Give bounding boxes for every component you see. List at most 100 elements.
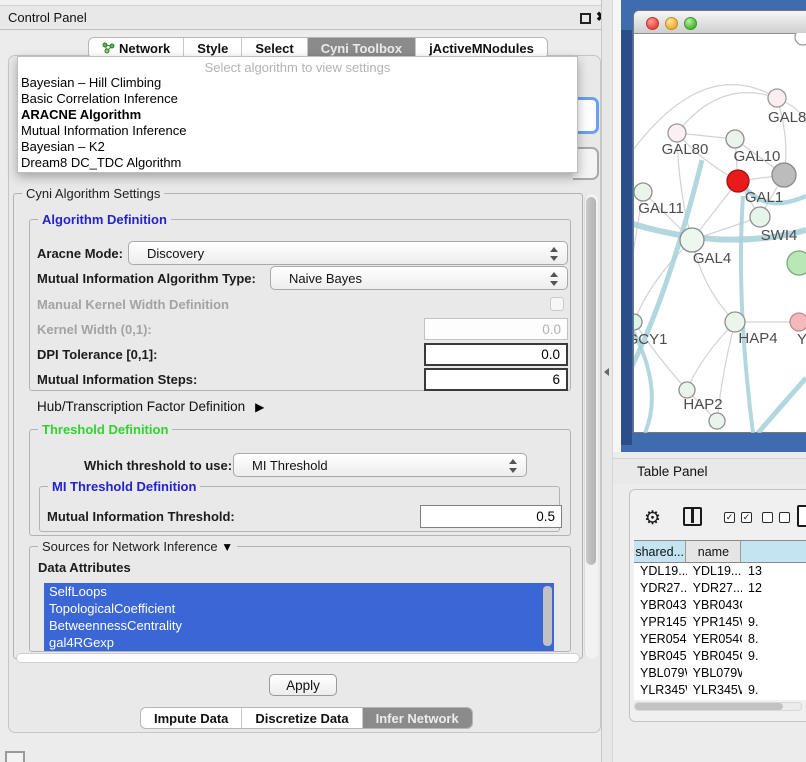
- cell: YER054C: [634, 631, 687, 648]
- document-icon[interactable]: [797, 505, 806, 527]
- node-label-gcy1: GCY1: [634, 331, 667, 348]
- which-threshold-select[interactable]: MI Threshold: [233, 453, 527, 477]
- tab-select[interactable]: Select: [242, 38, 307, 58]
- expand-arrow-icon[interactable]: ▶: [255, 400, 264, 414]
- cell: YDL19...: [634, 563, 687, 580]
- gear-icon[interactable]: ⚙: [644, 507, 661, 530]
- tab-label: jActiveMNodules: [429, 41, 534, 56]
- network-graph[interactable]: GAL8GAL80GAL10GAL1SWI4GAL11GAL4GCY1HAP4Y…: [634, 33, 806, 433]
- dpi-tolerance-input[interactable]: 0.0: [424, 343, 568, 366]
- aracne-mode-select[interactable]: Discovery: [128, 241, 568, 265]
- network-node-gal10[interactable]: [726, 130, 744, 148]
- algorithm-option-mutual-information-inference[interactable]: Mutual Information Inference: [18, 123, 577, 139]
- node-label-y: Y: [797, 331, 806, 348]
- network-node-gal80[interactable]: [668, 124, 686, 142]
- table-row[interactable]: YPR145WYPR145W9.: [634, 614, 806, 631]
- attributes-scrollbar[interactable]: [543, 586, 552, 646]
- table-row[interactable]: YBL079WYBL079W: [634, 665, 806, 682]
- tab-style[interactable]: Style: [184, 38, 242, 58]
- unchecked-checkbox-icon[interactable]: [762, 512, 773, 523]
- mi-steps-label: Mutual Information Steps:: [37, 372, 197, 387]
- collapse-arrow-icon[interactable]: ▼: [221, 540, 233, 554]
- split-collapse-arrow-icon[interactable]: [604, 368, 609, 376]
- table-row[interactable]: YBR045CYBR045C9.: [634, 648, 806, 665]
- attribute-item-topologicalcoefficient[interactable]: TopologicalCoefficient: [44, 600, 554, 617]
- table-row[interactable]: YDR27...YDR27...12: [634, 580, 806, 597]
- apply-button[interactable]: Apply: [269, 674, 337, 696]
- network-node[interactable]: [772, 163, 796, 187]
- column-header-name[interactable]: name: [686, 541, 741, 562]
- docked-panel-icon[interactable]: [5, 751, 25, 762]
- mi-type-select[interactable]: Naive Bayes: [270, 266, 568, 290]
- tab-label: Infer Network: [376, 711, 459, 726]
- column-header-shared[interactable]: shared...: [634, 541, 686, 562]
- algorithm-option-bayesian-hill-climbing[interactable]: Bayesian – Hill Climbing: [18, 75, 577, 91]
- cell: 8.: [742, 631, 806, 648]
- split-pane-divider[interactable]: [601, 0, 613, 762]
- cell: YDR27...: [687, 580, 742, 597]
- sources-title: Sources for Network Inference ▼: [38, 539, 237, 554]
- attribute-item-betweennesscentrality[interactable]: BetweennessCentrality: [44, 617, 554, 634]
- table-row[interactable]: YDL19...YDL19...13: [634, 563, 806, 580]
- network-node-gcy1[interactable]: [634, 314, 642, 330]
- cell: YBL079W: [634, 665, 687, 682]
- bottom-tab-infer-network[interactable]: Infer Network: [363, 708, 472, 728]
- mi-threshold-input[interactable]: 0.5: [420, 505, 562, 528]
- bottom-tab-bar: Impute DataDiscretize Data Infer Network: [140, 707, 473, 729]
- algorithm-option-aracne-algorithm[interactable]: ARACNE Algorithm: [18, 107, 577, 123]
- network-node[interactable]: [709, 413, 725, 429]
- algorithm-option-dream8-dc-tdc-algorithm[interactable]: Dream8 DC_TDC Algorithm: [18, 155, 577, 171]
- checked-checkbox-icon[interactable]: ✓: [741, 512, 752, 523]
- cell: YER054C: [687, 631, 742, 648]
- network-node[interactable]: [787, 251, 806, 275]
- tab-network[interactable]: Network: [89, 38, 184, 58]
- bottom-tab-impute-data[interactable]: Impute Data: [141, 708, 242, 728]
- attribute-item-selfloops[interactable]: SelfLoops: [44, 583, 554, 600]
- table-row[interactable]: YER054CYER054C8.: [634, 631, 806, 648]
- network-node-y[interactable]: [790, 313, 806, 331]
- network-node-gal8[interactable]: [768, 89, 786, 107]
- algorithm-option-bayesian-k2[interactable]: Bayesian – K2: [18, 139, 577, 155]
- manual-kernel-checkbox[interactable]: [550, 297, 564, 311]
- tab-jactivemnodules[interactable]: jActiveMNodules: [416, 38, 547, 58]
- attribute-item-gal4rgexp[interactable]: gal4RGexp: [44, 634, 554, 651]
- window-minimize-button[interactable]: [665, 17, 678, 30]
- network-node-swi4[interactable]: [750, 207, 770, 227]
- node-label-gal10: GAL10: [734, 148, 781, 165]
- tab-cyni-toolbox[interactable]: Cyni Toolbox: [308, 38, 416, 58]
- network-node-gal4[interactable]: [680, 228, 704, 252]
- settings-hscrollbar[interactable]: [16, 653, 580, 663]
- column-layout-icon[interactable]: [683, 507, 702, 526]
- unchecked-checkbox-icon[interactable]: [779, 512, 790, 523]
- cell: YPR145W: [687, 614, 742, 631]
- hub-definition-section[interactable]: Hub/Transcription Factor Definition ▶: [37, 399, 264, 414]
- sources-title-text: Sources for Network Inference: [42, 539, 218, 554]
- network-node[interactable]: [795, 33, 806, 45]
- network-node-hap4[interactable]: [725, 312, 745, 332]
- window-close-button[interactable]: [646, 17, 659, 30]
- threshold-definition-title: Threshold Definition: [38, 422, 172, 437]
- algorithm-option-basic-correlation-inference[interactable]: Basic Correlation Inference: [18, 91, 577, 107]
- table-row[interactable]: YIL052CYIL052C9.: [634, 699, 806, 700]
- table-row[interactable]: YLR345WYLR345W9.: [634, 682, 806, 699]
- column-header-extra[interactable]: [741, 541, 806, 562]
- node-table[interactable]: shared...name YDL19...YDL19...13YDR27...…: [634, 540, 806, 700]
- checked-checkbox-icon[interactable]: ✓: [724, 512, 735, 523]
- mi-type-value: Naive Bayes: [289, 271, 362, 286]
- table-row[interactable]: YBR043CYBR043C: [634, 597, 806, 614]
- float-panel-icon[interactable]: [580, 13, 591, 24]
- cell: 9.: [742, 614, 806, 631]
- settings-scrollbar-thumb[interactable]: [586, 197, 596, 565]
- kernel-width-input[interactable]: 0.0: [424, 318, 568, 340]
- data-attributes-list[interactable]: SelfLoopsTopologicalCoefficientBetweenne…: [44, 583, 554, 651]
- network-window-titlebar[interactable]: [634, 11, 806, 34]
- cell: YLR345W: [634, 682, 687, 699]
- bottom-tab-discretize-data[interactable]: Discretize Data: [242, 708, 362, 728]
- network-node-gal11[interactable]: [634, 183, 652, 201]
- control-panel-titlebar: Control Panel: [0, 6, 602, 30]
- dropdown-placeholder: Select algorithm to view settings: [18, 57, 577, 75]
- table-hscrollbar-thumb[interactable]: [635, 703, 783, 710]
- cell: YBR045C: [687, 648, 742, 665]
- mi-steps-input[interactable]: 6: [424, 368, 568, 391]
- window-zoom-button[interactable]: [684, 17, 697, 30]
